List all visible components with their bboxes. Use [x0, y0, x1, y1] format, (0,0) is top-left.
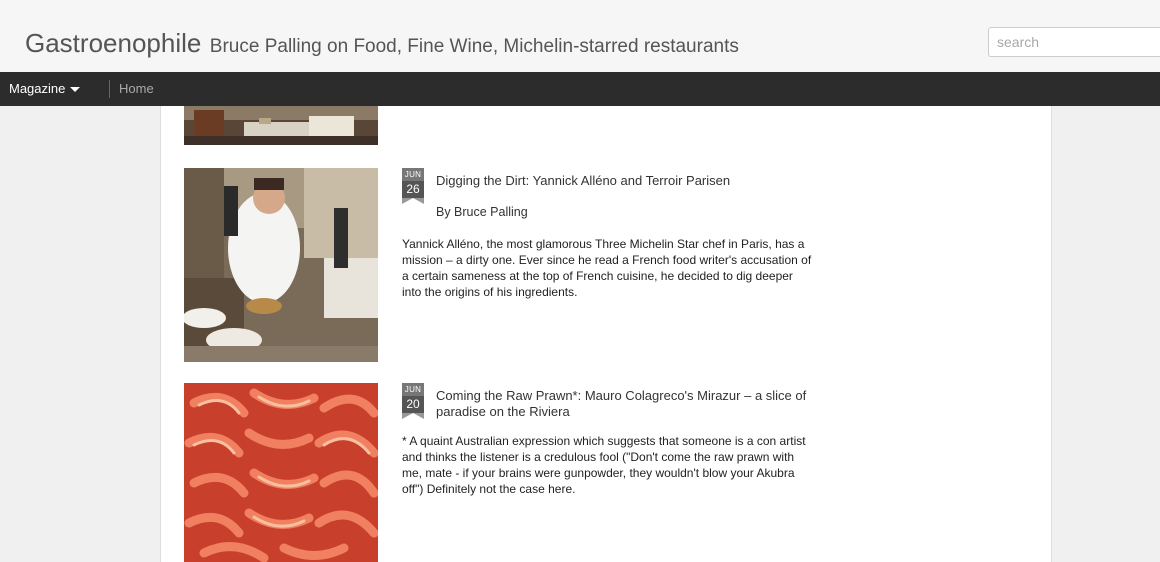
post-title-link[interactable]: Digging the Dirt: Yannick Alléno and Ter…: [436, 173, 816, 189]
post-byline: By Bruce Palling: [436, 205, 528, 219]
site-branding: Gastroenophile Bruce Palling on Food, Fi…: [25, 28, 739, 59]
nav-divider: [109, 80, 110, 98]
ribbon-icon: [402, 198, 424, 204]
nav-magazine-dropdown[interactable]: Magazine: [9, 72, 81, 106]
site-name[interactable]: Gastroenophile: [25, 28, 201, 58]
post-day: 20: [402, 396, 424, 413]
post-thumbnail-previous[interactable]: [184, 106, 378, 145]
post-date-badge: JUN 20: [402, 383, 424, 419]
nav-bar: Magazine Home: [0, 72, 1160, 106]
post-thumbnail[interactable]: [184, 383, 378, 562]
nav-magazine-label: Magazine: [9, 81, 66, 96]
post-month: JUN: [402, 168, 424, 181]
caret-down-icon: [70, 87, 81, 93]
post-title-link[interactable]: Coming the Raw Prawn*: Mauro Colagreco's…: [436, 388, 821, 420]
ribbon-icon: [402, 413, 424, 419]
post-excerpt: * A quaint Australian expression which s…: [402, 434, 806, 496]
content-panel: JUN 26 Digging the Dirt: Yannick Alléno …: [160, 106, 1052, 562]
post-month: JUN: [402, 383, 424, 396]
post-date-badge: JUN 26: [402, 168, 424, 204]
site-tagline: Bruce Palling on Food, Fine Wine, Michel…: [209, 36, 739, 57]
nav-home-link[interactable]: Home: [119, 72, 154, 106]
search-input[interactable]: [988, 27, 1160, 57]
site-header: Gastroenophile Bruce Palling on Food, Fi…: [0, 0, 1160, 73]
post-day: 26: [402, 181, 424, 198]
post-thumbnail[interactable]: [184, 168, 378, 362]
post-excerpt: Yannick Alléno, the most glamorous Three…: [402, 237, 812, 299]
